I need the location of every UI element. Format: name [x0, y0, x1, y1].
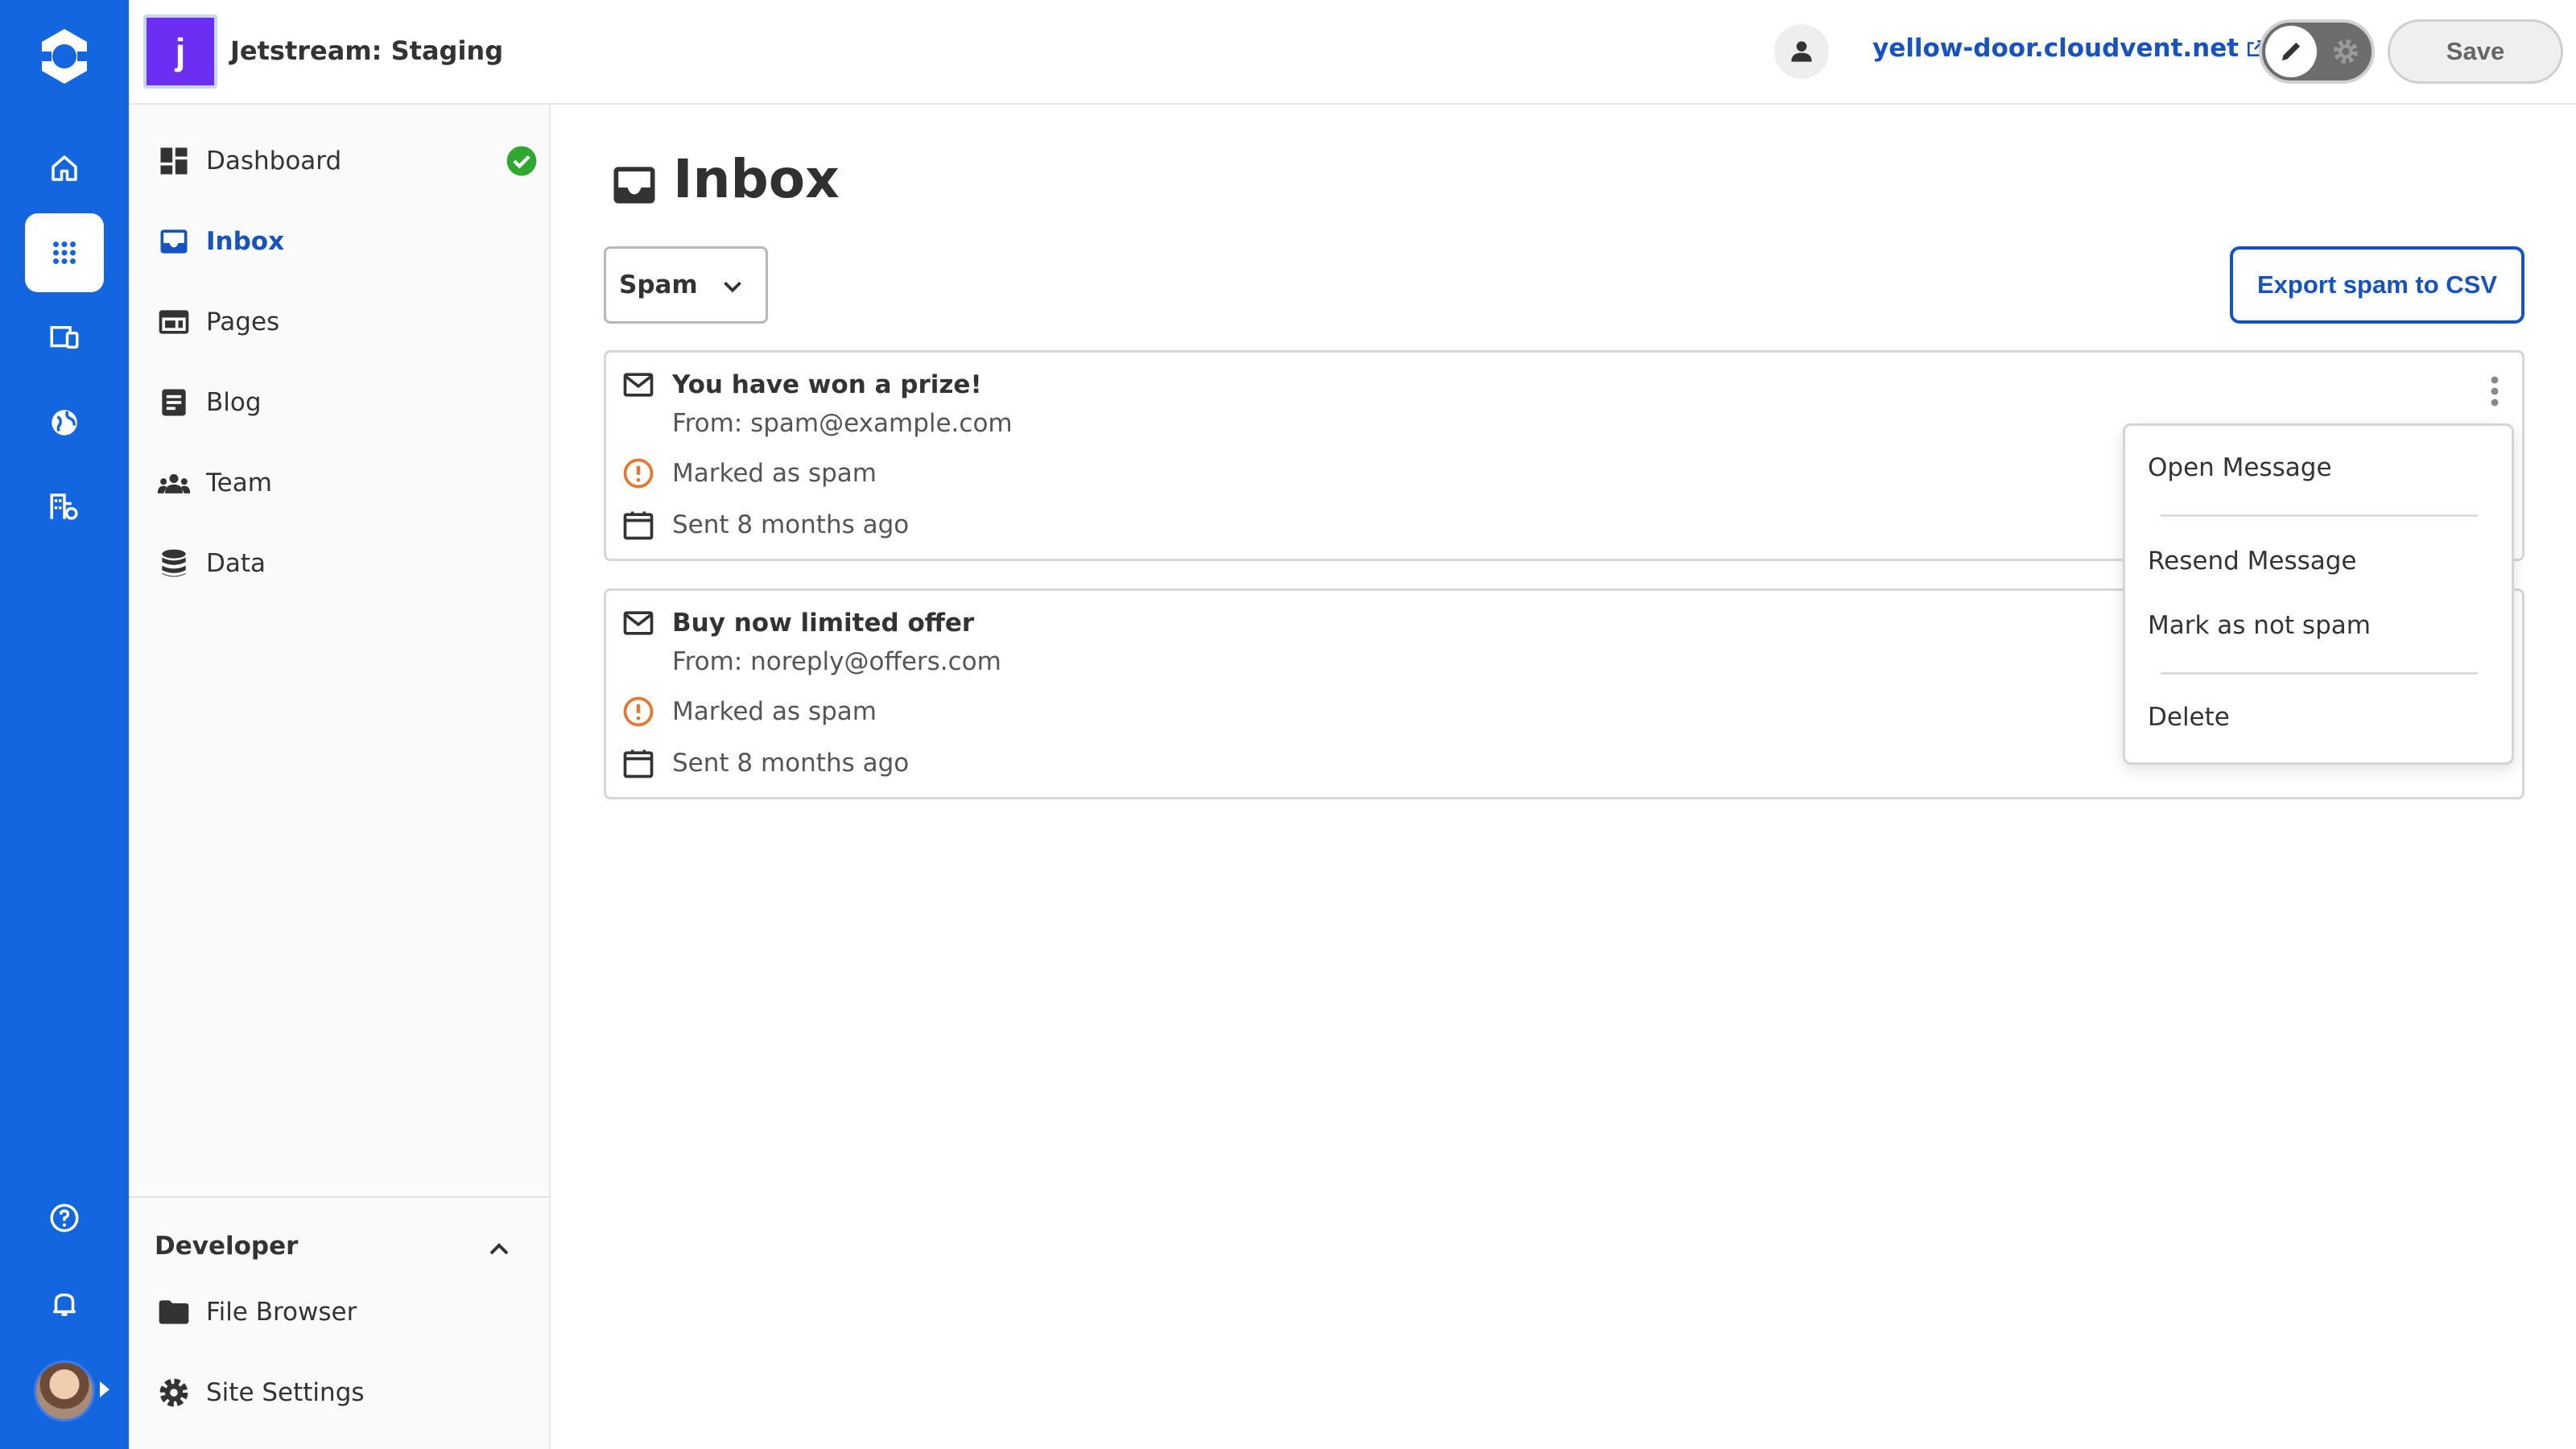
message-subject: Buy now limited offer	[672, 609, 975, 638]
sidebar-item-label: Team	[206, 469, 272, 497]
message-sent-time: Sent 8 months ago	[672, 749, 910, 778]
sidebar-item-inbox[interactable]: Inbox	[156, 216, 526, 267]
sidebar-item-file-browser[interactable]: File Browser	[156, 1286, 526, 1338]
site-sidebar: Dashboard Inbox Pages Blog Team Data Dev…	[129, 105, 551, 1449]
site-domain-link[interactable]: yellow-door.cloudvent.net	[1872, 34, 2266, 63]
sidebar-item-label: Site Settings	[206, 1378, 365, 1407]
team-icon	[157, 474, 191, 493]
user-icon[interactable]	[1774, 24, 1829, 79]
sidebar-item-dashboard[interactable]: Dashboard	[156, 135, 537, 187]
sidebar-item-label: Data	[206, 549, 266, 578]
chevron-down-icon	[724, 281, 741, 293]
inbox-main: Inbox Spam Export spam to CSV You have w…	[551, 105, 2576, 1449]
edit-mode-toggle[interactable]	[2259, 19, 2375, 84]
message-sender: From: noreply@offers.com	[672, 647, 1001, 676]
rail-devices-button[interactable]	[25, 298, 104, 377]
rail-home-button[interactable]	[25, 129, 104, 208]
home-icon	[52, 155, 77, 181]
gear-icon	[159, 1378, 188, 1407]
mail-icon	[623, 611, 654, 635]
buildings-icon	[50, 493, 78, 520]
message-subject: You have won a prize!	[672, 370, 982, 399]
blog-icon	[162, 389, 186, 416]
caret-right-icon[interactable]	[100, 1381, 109, 1397]
sidebar-item-blog[interactable]: Blog	[156, 377, 526, 428]
bell-icon	[53, 1293, 76, 1316]
rail-help-button[interactable]	[25, 1179, 104, 1257]
message-status: Marked as spam	[672, 697, 877, 726]
alert-circle-icon	[623, 696, 654, 727]
icon-rail	[0, 0, 129, 1449]
site-badge[interactable]: j	[143, 14, 217, 89]
rail-notifications-button[interactable]	[25, 1264, 104, 1343]
message-context-menu: Open Message Resend Message Mark as not …	[2123, 423, 2514, 765]
inbox-icon	[613, 167, 655, 204]
site-title: Jetstream: Staging	[230, 35, 504, 66]
rail-globe-button[interactable]	[25, 383, 104, 462]
filter-selected-value: Spam	[619, 270, 698, 299]
dashboard-icon	[160, 147, 188, 175]
menu-item-mark-not-spam[interactable]: Mark as not spam	[2148, 611, 2371, 640]
apps-grid-icon	[53, 242, 76, 264]
calendar-icon	[623, 749, 654, 778]
check-circle-icon	[506, 146, 537, 176]
top-bar: j Jetstream: Staging yellow-door.cloudve…	[129, 0, 2576, 105]
sidebar-item-site-settings[interactable]: Site Settings	[156, 1367, 526, 1418]
menu-item-delete[interactable]: Delete	[2148, 703, 2230, 732]
inbox-icon	[160, 229, 188, 254]
more-vertical-icon[interactable]	[2479, 372, 2511, 411]
sidebar-item-label: Pages	[206, 308, 280, 336]
menu-item-open-message[interactable]: Open Message	[2148, 453, 2332, 482]
menu-item-resend-message[interactable]: Resend Message	[2148, 547, 2357, 576]
export-spam-csv-button[interactable]: Export spam to CSV	[2230, 246, 2524, 324]
folder-icon	[159, 1300, 189, 1324]
site-domain-text: yellow-door.cloudvent.net	[1872, 34, 2240, 63]
menu-divider	[2161, 514, 2478, 517]
sidebar-item-label: Dashboard	[206, 147, 342, 175]
chevron-up-icon[interactable]	[483, 1233, 515, 1265]
sidebar-item-label: Blog	[206, 388, 262, 417]
person-icon	[1791, 41, 1812, 62]
sidebar-item-data[interactable]: Data	[156, 538, 526, 589]
message-sent-time: Sent 8 months ago	[672, 510, 910, 539]
pencil-icon	[2281, 42, 2301, 61]
logo-icon[interactable]	[32, 24, 97, 89]
toggle-knob	[2265, 26, 2317, 77]
page-title: Inbox	[673, 148, 840, 210]
mail-icon	[623, 373, 654, 397]
message-sender: From: spam@example.com	[672, 409, 1013, 438]
pages-icon	[159, 310, 189, 334]
sidebar-item-pages[interactable]: Pages	[156, 296, 526, 348]
message-status: Marked as spam	[672, 459, 877, 488]
menu-divider	[2161, 672, 2478, 675]
devices-icon	[50, 326, 79, 349]
rail-buildings-button[interactable]	[25, 467, 104, 546]
avatar[interactable]	[34, 1360, 95, 1422]
globe-icon	[52, 410, 77, 436]
developer-section-title[interactable]: Developer	[155, 1232, 298, 1261]
gear-icon	[2334, 39, 2358, 64]
sidebar-item-label: File Browser	[206, 1298, 357, 1327]
developer-section: Developer File Browser Site Settings	[129, 1196, 549, 1449]
rail-apps-button[interactable]	[25, 213, 104, 292]
calendar-icon	[623, 511, 654, 540]
message-filter-select[interactable]: Spam	[604, 246, 768, 324]
sidebar-item-team[interactable]: Team	[156, 457, 526, 509]
database-icon	[162, 549, 186, 577]
save-button[interactable]: Save	[2388, 19, 2563, 84]
help-icon	[50, 1203, 79, 1232]
alert-circle-icon	[623, 458, 654, 489]
sidebar-item-label: Inbox	[206, 227, 285, 256]
